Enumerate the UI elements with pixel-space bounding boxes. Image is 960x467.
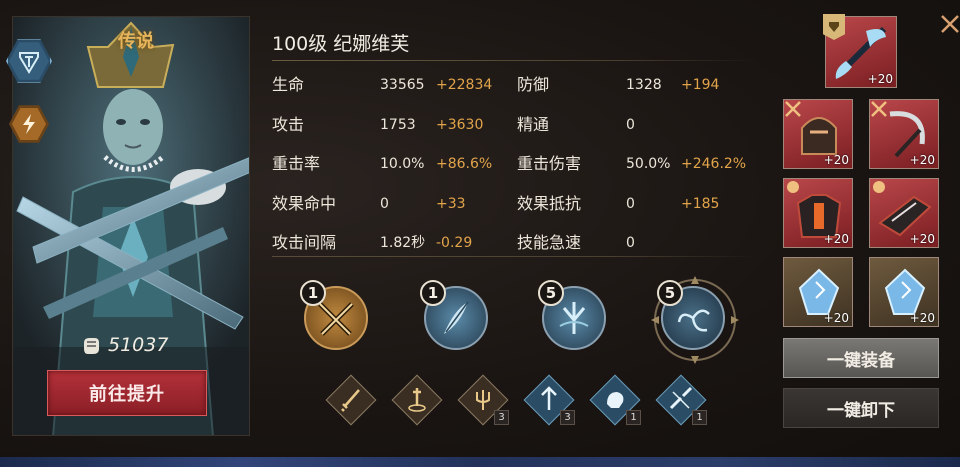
power-value: 51037	[108, 334, 169, 356]
rune-slot-5[interactable]: 1	[589, 374, 641, 426]
stat-label: 效果抵抗	[517, 194, 582, 213]
rune-slot-2[interactable]	[391, 374, 443, 426]
equip-all-button[interactable]: 一键装备	[783, 338, 939, 378]
stat-base: 1753	[380, 117, 416, 133]
stat-bonus: +185	[681, 196, 720, 212]
stat-bonus: +22834	[436, 77, 493, 93]
rarity-label: 传说	[118, 31, 154, 52]
stat-bonus: +33	[436, 196, 466, 212]
stat-row: 重击率 10.0% +86.6% 重击伤害 50.0% +246.2%	[272, 149, 762, 185]
stat-label: 重击率	[272, 154, 321, 173]
skill-slot-3[interactable]: 5	[538, 280, 608, 350]
equip-level: +20	[823, 311, 849, 325]
stat-base: 33565	[380, 77, 425, 93]
equip-slot-gauntlet[interactable]: +20	[869, 178, 939, 248]
equip-slot-helmet[interactable]: +20	[783, 99, 853, 169]
stat-base: 1328	[626, 77, 662, 93]
skull-type-icon	[873, 181, 885, 193]
stat-row: 攻击 1753 +3630 精通 0	[272, 110, 762, 146]
hero-title: 100级 纪娜维芙	[272, 33, 410, 55]
sword-type-icon	[871, 101, 887, 117]
sword-rune-icon	[341, 389, 360, 412]
rune-count: 3	[560, 410, 575, 425]
stat-label: 生命	[272, 75, 305, 94]
stat-base: 0	[626, 235, 635, 251]
stat-bonus: +3630	[436, 117, 484, 133]
equip-slot-scythe[interactable]: +20	[869, 99, 939, 169]
equip-level: +20	[909, 232, 935, 246]
rune-count: 3	[494, 410, 509, 425]
fist-icon	[84, 338, 99, 354]
skill-level: 1	[300, 280, 326, 306]
equip-level: +20	[909, 311, 935, 325]
rune-slot-4[interactable]: 3	[523, 374, 575, 426]
stat-row: 效果命中 0 +33 效果抵抗 0 +185	[272, 189, 762, 225]
equip-level: +20	[909, 153, 935, 167]
sword-type-icon	[785, 101, 801, 117]
stat-base: 1.82秒	[380, 235, 426, 251]
equip-level: +20	[823, 153, 849, 167]
dagger-ground-rune-icon	[408, 388, 426, 412]
stat-bonus: +86.6%	[436, 156, 493, 172]
equip-slot-crystal-2[interactable]: +20	[869, 257, 939, 327]
rune-count: 1	[692, 410, 707, 425]
unequip-all-button[interactable]: 一键卸下	[783, 388, 939, 428]
stat-base: 10.0%	[380, 156, 425, 172]
combat-power: 51037	[80, 334, 168, 356]
stat-label: 重击伤害	[517, 154, 582, 173]
stat-label: 攻击	[272, 115, 305, 134]
equip-level: +20	[867, 72, 893, 86]
skill-slot-4[interactable]: 5	[651, 276, 739, 364]
stat-bonus: -0.29	[436, 235, 473, 251]
stat-label: 技能急速	[517, 233, 582, 252]
rune-slot-6[interactable]: 1	[655, 374, 707, 426]
skill-level: 5	[538, 280, 564, 306]
skull-type-icon	[787, 181, 799, 193]
equip-slot-armor[interactable]: +20	[783, 178, 853, 248]
stat-base: 0	[380, 196, 389, 212]
stat-base: 0	[626, 117, 635, 133]
stat-base: 0	[626, 196, 635, 212]
bottom-border	[0, 457, 960, 467]
divider	[272, 256, 756, 257]
rune-count: 1	[626, 410, 641, 425]
skill-level: 5	[657, 280, 683, 306]
stat-bonus: +246.2%	[681, 156, 747, 172]
stat-label: 效果命中	[272, 194, 337, 213]
stat-label: 攻击间隔	[272, 233, 337, 252]
lightning-icon	[23, 114, 35, 134]
tower-shield-icon	[19, 52, 39, 74]
stat-label: 防御	[517, 75, 550, 94]
skill-slot-1[interactable]: 1	[300, 280, 370, 350]
skill-level: 1	[420, 280, 446, 306]
stat-label: 精通	[517, 115, 550, 134]
stat-bonus: +194	[681, 77, 720, 93]
upgrade-button[interactable]: 前往提升	[47, 370, 207, 416]
equip-slot-crystal-1[interactable]: +20	[783, 257, 853, 327]
rune-slot-1[interactable]	[325, 374, 377, 426]
rune-slot-3[interactable]: 3	[457, 374, 509, 426]
stat-row: 生命 33565 +22834 防御 1328 +194	[272, 70, 762, 106]
stat-base: 50.0%	[626, 156, 671, 172]
stat-row: 攻击间隔 1.82秒 -0.29 技能急速 0	[272, 228, 762, 264]
skill-slot-2[interactable]: 1	[420, 280, 490, 350]
close-icon[interactable]	[938, 8, 960, 42]
divider	[272, 60, 756, 61]
equip-level: +20	[823, 232, 849, 246]
